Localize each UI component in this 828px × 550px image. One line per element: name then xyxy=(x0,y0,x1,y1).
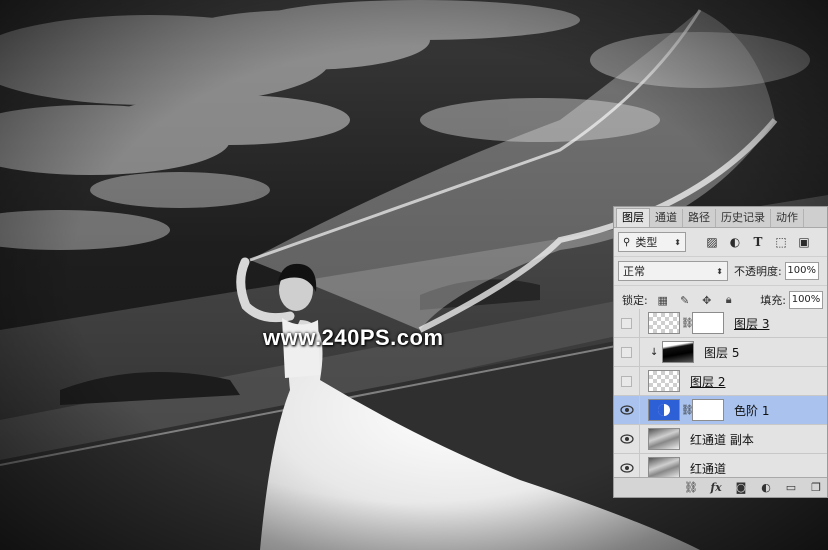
link-chain-icon[interactable]: ⛓ xyxy=(681,318,694,329)
lock-paint-icon[interactable]: ✎ xyxy=(678,293,692,307)
visibility-toggle[interactable] xyxy=(614,424,640,454)
visibility-toggle[interactable] xyxy=(614,366,640,396)
add-mask-icon[interactable]: ◙ xyxy=(734,481,748,495)
opacity-label: 不透明度: xyxy=(734,265,782,278)
fx-icon[interactable]: fx xyxy=(709,481,723,495)
layer-name: 图层 5 xyxy=(704,345,740,360)
layer-row[interactable]: ⛓ 图层 3 xyxy=(614,309,827,338)
link-layers-icon[interactable]: ⛓ xyxy=(684,481,698,495)
visibility-toggle[interactable] xyxy=(614,337,640,367)
fill-input[interactable]: 100% xyxy=(789,291,823,309)
eye-icon xyxy=(619,463,634,473)
layer-filter-select[interactable]: ⚲ 类型 ⬍ xyxy=(618,232,686,252)
blend-row: 正常 ⬍ 不透明度: 100% xyxy=(614,257,827,286)
layer-thumbnail xyxy=(648,312,680,334)
fill-label: 填充: xyxy=(760,294,786,307)
updown-arrow-icon: ⬍ xyxy=(716,266,723,276)
filter-row: ⚲ 类型 ⬍ ▨ ◐ T ⬚ ▣ xyxy=(614,228,827,257)
tab-actions[interactable]: 动作 xyxy=(771,209,804,227)
panel-tabs: 图层 通道 路径 历史记录 动作 xyxy=(614,207,827,228)
lock-all-icon[interactable]: 🔒︎ xyxy=(722,293,736,307)
hidden-eye-icon xyxy=(621,317,632,329)
new-adjustment-icon[interactable]: ◐ xyxy=(759,481,773,495)
lock-position-icon[interactable]: ✥ xyxy=(700,293,714,307)
opacity-input[interactable]: 100% xyxy=(784,262,819,280)
type-filter-icon[interactable]: T xyxy=(750,234,766,250)
layer-name: 色阶 1 xyxy=(734,403,770,418)
layer-mask-thumbnail xyxy=(692,399,724,421)
smart-object-filter-icon[interactable]: ▣ xyxy=(796,234,812,250)
visibility-toggle[interactable] xyxy=(614,309,640,338)
eye-icon xyxy=(619,434,634,444)
hidden-eye-icon xyxy=(621,375,632,387)
layer-mask-thumbnail xyxy=(692,312,724,334)
tab-paths[interactable]: 路径 xyxy=(683,209,716,227)
layer-row[interactable]: ↓ 图层 5 xyxy=(614,337,827,367)
lock-transparent-icon[interactable]: ▦ xyxy=(656,293,670,307)
link-chain-icon[interactable]: ⛓ xyxy=(681,405,694,416)
new-layer-icon[interactable]: ❐ xyxy=(809,481,823,495)
shape-filter-icon[interactable]: ⬚ xyxy=(773,234,789,250)
layer-thumbnail xyxy=(662,341,694,363)
blend-mode-select[interactable]: 正常 ⬍ xyxy=(618,261,728,281)
image-filter-icon[interactable]: ▨ xyxy=(704,234,720,250)
layer-row[interactable]: 红通道 副本 xyxy=(614,424,827,454)
layer-name: 红通道 xyxy=(690,461,727,476)
hidden-eye-icon xyxy=(621,346,632,358)
levels-adjustment-icon xyxy=(648,399,680,421)
watermark-text: www.240PS.com xyxy=(263,325,444,350)
updown-arrow-icon: ⬍ xyxy=(674,237,681,247)
new-group-folder-icon[interactable]: ▭ xyxy=(784,481,798,495)
visibility-toggle[interactable] xyxy=(614,395,640,425)
layer-row-selected[interactable]: ⛓ 色阶 1 xyxy=(614,395,827,425)
lock-label: 锁定: xyxy=(622,294,648,307)
clipping-arrow-icon: ↓ xyxy=(650,346,659,358)
layer-name: 红通道 副本 xyxy=(690,432,754,447)
layers-panel: 图层 通道 路径 历史记录 动作 ⚲ 类型 ⬍ ▨ ◐ T ⬚ ▣ 正常 ⬍ 不… xyxy=(613,206,828,498)
layer-thumbnail xyxy=(648,457,680,477)
layer-thumbnail xyxy=(648,428,680,450)
tab-channels[interactable]: 通道 xyxy=(650,209,683,227)
panel-footer: ⛓ fx ◙ ◐ ▭ ❐ xyxy=(614,477,827,497)
visibility-toggle[interactable] xyxy=(614,453,640,477)
layer-row[interactable]: 图层 2 xyxy=(614,366,827,396)
eye-icon xyxy=(619,405,634,415)
layer-thumbnail xyxy=(648,370,680,392)
filter-type-label: 类型 xyxy=(635,236,658,249)
tab-history[interactable]: 历史记录 xyxy=(716,209,771,227)
layer-name: 图层 2 xyxy=(690,374,726,389)
adjustment-filter-icon[interactable]: ◐ xyxy=(727,234,743,250)
blend-mode-value: 正常 xyxy=(623,265,645,278)
layer-row[interactable]: 红通道 xyxy=(614,453,827,477)
layers-list: ⛓ 图层 3 ↓ 图层 5 图层 2 ⛓ 色阶 1 红通道 副本 红通道 xyxy=(614,309,827,477)
tab-layers[interactable]: 图层 xyxy=(616,208,650,227)
layer-name: 图层 3 xyxy=(734,316,770,331)
search-icon: ⚲ xyxy=(623,236,631,248)
